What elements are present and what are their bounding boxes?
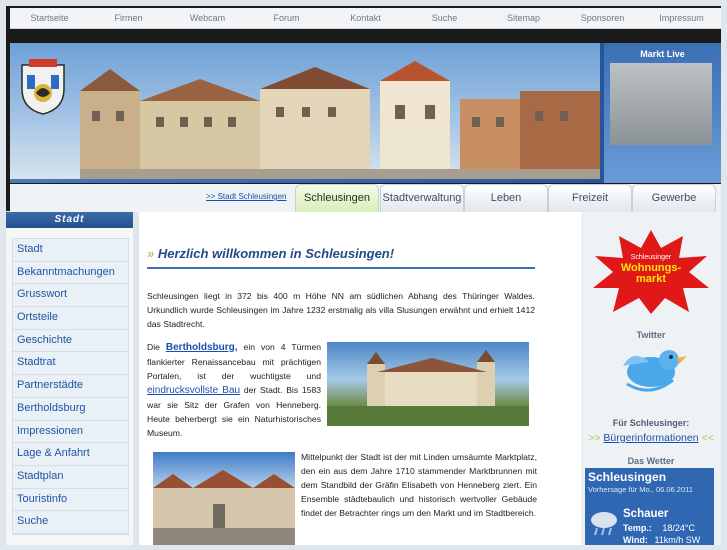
header-banner: Markt Live: [10, 43, 721, 183]
tab-leben[interactable]: Leben: [464, 184, 548, 212]
badge-main-text: Wohnungs- markt: [593, 263, 709, 285]
arrows-left: >>: [588, 432, 601, 444]
arrows-right: <<: [701, 432, 714, 444]
title-text: Herzlich willkommen in Schleusingen!: [157, 246, 395, 261]
marktplatz-paragraph: Mittelpunkt der Stadt ist der mit Linden…: [301, 452, 537, 518]
sidebar-item-partnerstaedte[interactable]: Partnerstädte: [13, 375, 128, 398]
main-content: » Herzlich willkommen in Schleusingen! S…: [139, 212, 581, 545]
twitter-bird-icon[interactable]: [613, 340, 689, 396]
nav-startseite[interactable]: Startseite: [10, 8, 89, 28]
castle-illustration: [327, 350, 529, 426]
top-navigation: Startseite Firmen Webcam Forum Kontakt S…: [10, 8, 721, 29]
tab-freizeit[interactable]: Freizeit: [548, 184, 632, 212]
wind-value: 11km/h SW: [654, 535, 701, 545]
buergerinformationen-text[interactable]: Bürgerinformationen: [603, 432, 698, 444]
right-sidebar: Schleusinger Wohnungs- markt Twitter Für…: [581, 212, 721, 545]
breadcrumb[interactable]: >> Stadt Schleusingen: [206, 192, 287, 201]
sidebar-menu: Stadt Bekanntmachungen Grusswort Ortstei…: [12, 238, 129, 535]
nav-forum[interactable]: Forum: [247, 8, 326, 28]
nav-suche[interactable]: Suche: [405, 8, 484, 28]
weather-widget[interactable]: Schleusingen Vorhersage für Mo., 06.06.2…: [585, 468, 714, 545]
wind-label: Wind:: [623, 535, 648, 545]
nav-sitemap[interactable]: Sitemap: [484, 8, 563, 28]
sidebar-item-bertholdsburg[interactable]: Bertholdsburg: [13, 397, 128, 421]
sidebar-item-geschichte[interactable]: Geschichte: [13, 329, 128, 353]
weather-forecast-date: Vorhersage für Mo., 06.06.2011: [588, 485, 693, 494]
sidebar-item-stadtrat[interactable]: Stadtrat: [13, 352, 128, 376]
sidebar-item-ortsteile[interactable]: Ortsteile: [13, 307, 128, 330]
tab-schleusingen[interactable]: Schleusingen: [295, 184, 379, 212]
nav-webcam[interactable]: Webcam: [168, 8, 247, 28]
sidebar-item-lage-anfahrt[interactable]: Lage & Anfahrt: [13, 443, 128, 466]
weather-condition: Schauer: [623, 508, 669, 520]
sidebar-header: Stadt: [6, 212, 133, 228]
marketplace-illustration: [153, 470, 295, 545]
weather-city: Schleusingen: [588, 470, 667, 484]
nav-impressum[interactable]: Impressum: [642, 8, 721, 28]
para2-prefix: Die: [147, 342, 160, 352]
sidebar-item-stadt[interactable]: Stadt: [13, 239, 128, 262]
rain-cloud-icon: [591, 512, 617, 536]
title-arrow: »: [147, 246, 155, 261]
market-live-panel[interactable]: Markt Live: [604, 43, 721, 183]
section-tabs: Schleusingen Stadtverwaltung Leben Freiz…: [10, 184, 721, 212]
page-title: » Herzlich willkommen in Schleusingen!: [147, 246, 394, 261]
weather-temp: Temp.: 18/24°C: [623, 523, 695, 533]
tab-gewerbe[interactable]: Gewerbe: [632, 184, 716, 212]
badge-line-2: markt: [636, 273, 666, 285]
sidebar-item-impressionen[interactable]: Impressionen: [13, 420, 128, 444]
market-live-label: Markt Live: [640, 49, 685, 59]
town-panorama-image: [10, 43, 600, 179]
temp-label: Temp.:: [623, 523, 652, 533]
badge-top-text: Schleusinger: [630, 254, 672, 261]
wohnungsmarkt-banner[interactable]: Schleusinger Wohnungs- markt: [593, 230, 709, 314]
town-crest-icon: [21, 59, 65, 115]
left-sidebar: Stadt Stadt Bekanntmachungen Grusswort O…: [6, 212, 133, 545]
webcam-image[interactable]: [610, 63, 712, 145]
temp-value: 18/24°C: [662, 523, 695, 533]
intro-paragraph: Schleusingen liegt in 372 bis 400 m Höhe…: [147, 291, 535, 329]
buergerinformationen-link[interactable]: >> Bürgerinformationen <<: [581, 432, 721, 444]
title-divider: [147, 267, 535, 269]
sidebar-item-touristinfo[interactable]: Touristinfo: [13, 488, 128, 512]
breadcrumb-link[interactable]: >> Stadt Schleusingen: [206, 192, 287, 201]
bertholdsburg-paragraph: Die Bertholdsburg, ein von 4 Türmen flan…: [147, 340, 321, 440]
sidebar-item-grusswort[interactable]: Grusswort: [13, 284, 128, 308]
sidebar-item-stadtplan[interactable]: Stadtplan: [13, 465, 128, 489]
nav-firmen[interactable]: Firmen: [89, 8, 168, 28]
bertholdsburg-link[interactable]: Bertholdsburg,: [166, 342, 238, 353]
fuer-schleusinger-label: Für Schleusinger:: [612, 418, 690, 428]
weather-heading: Das Wetter: [627, 456, 675, 466]
tab-stadtverwaltung[interactable]: Stadtverwaltung: [380, 184, 464, 212]
marktplatz-photo[interactable]: [153, 452, 295, 545]
nav-kontakt[interactable]: Kontakt: [326, 8, 405, 28]
townhouses-illustration: [80, 61, 600, 179]
bertholdsburg-photo[interactable]: [327, 342, 529, 426]
weather-wind: Wind: 11km/h SW: [623, 535, 700, 545]
sidebar-item-bekanntmachungen[interactable]: Bekanntmachungen: [13, 261, 128, 285]
nav-sponsoren[interactable]: Sponsoren: [563, 8, 642, 28]
eindrucksvollste-bau-link[interactable]: eindrucksvollste Bau: [147, 385, 240, 396]
sidebar-item-suche[interactable]: Suche: [13, 511, 128, 534]
twitter-heading: Twitter: [636, 330, 666, 340]
